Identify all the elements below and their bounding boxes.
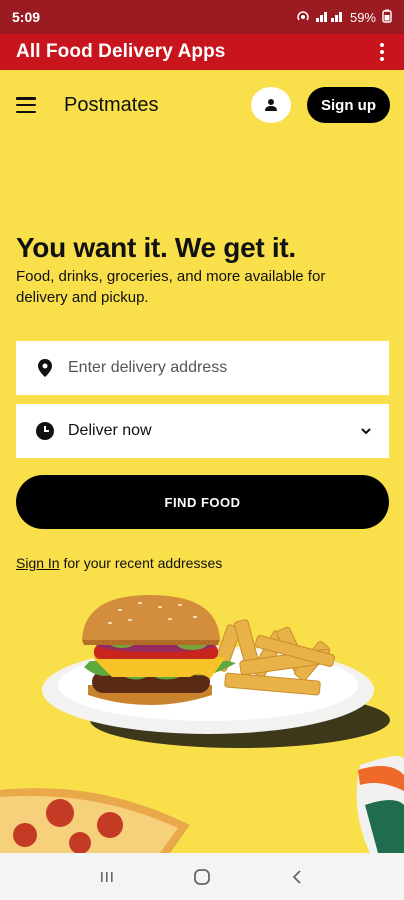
battery-level: 59% [349, 9, 376, 25]
deliver-time-label: Deliver now [68, 422, 152, 439]
hero-subtext: Food, drinks, groceries, and more availa… [16, 268, 326, 306]
clock-icon [36, 422, 54, 440]
user-icon [265, 99, 277, 111]
brand-logo[interactable]: Postmates [64, 94, 158, 117]
address-field[interactable] [16, 341, 389, 395]
hero-headline: You want it. We get it. [16, 232, 296, 263]
chevron-down-icon [359, 424, 373, 438]
recents-icon[interactable] [95, 865, 119, 889]
signin-link[interactable]: Sign In [16, 555, 60, 571]
status-bar: 5:09 59% [0, 0, 404, 34]
signal-icon [315, 10, 344, 25]
app-title: All Food Delivery Apps [16, 41, 226, 62]
app-bar: All Food Delivery Apps [0, 34, 404, 70]
signin-prompt-text: for your recent addresses [59, 555, 223, 571]
deliver-time-select[interactable]: Deliver now [16, 404, 389, 458]
signup-button[interactable]: Sign up [307, 87, 390, 123]
food-hero-image [0, 585, 404, 853]
hamburger-menu-icon[interactable] [16, 97, 36, 113]
home-icon[interactable] [190, 865, 214, 889]
location-pin-icon [36, 359, 54, 377]
hotspot-icon [296, 10, 310, 25]
find-food-button[interactable]: FIND FOOD [16, 475, 389, 529]
site-header: Postmates Sign up [0, 70, 404, 140]
status-time: 5:09 [12, 9, 41, 25]
account-button[interactable] [251, 87, 291, 123]
back-icon[interactable] [285, 865, 309, 889]
system-nav-bar [0, 853, 404, 900]
battery-icon [382, 9, 392, 26]
address-input[interactable] [68, 359, 373, 377]
more-vert-icon[interactable] [374, 40, 390, 64]
status-indicators: 59% [296, 9, 392, 26]
signin-prompt: Sign In for your recent addresses [16, 555, 222, 571]
